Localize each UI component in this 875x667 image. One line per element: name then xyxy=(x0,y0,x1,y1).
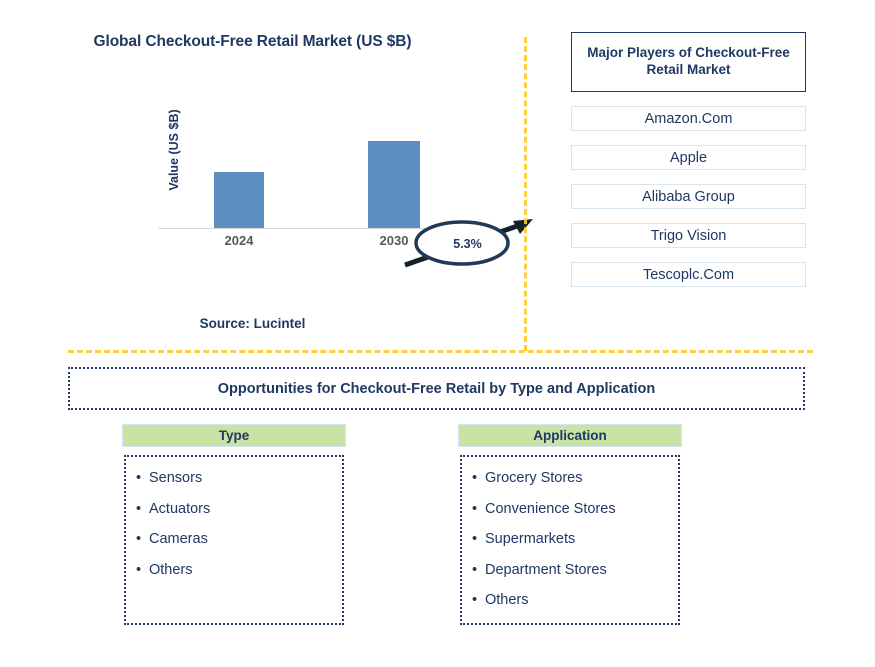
player-name: Trigo Vision xyxy=(650,227,727,244)
player-row[interactable]: Trigo Vision xyxy=(571,223,806,248)
chart-title: Global Checkout-Free Retail Market (US $… xyxy=(93,33,412,50)
list-item: Convenience Stores xyxy=(472,501,678,533)
cagr-callout: 5.3% xyxy=(400,213,535,275)
type-header: Type xyxy=(122,424,346,447)
player-row[interactable]: Alibaba Group xyxy=(571,184,806,209)
type-list: Sensors Actuators Cameras Others xyxy=(136,471,342,593)
market-chart-panel: Global Checkout-Free Retail Market (US $… xyxy=(0,0,533,350)
list-item: Actuators xyxy=(136,501,342,533)
player-name: Alibaba Group xyxy=(642,188,735,205)
application-list: Grocery Stores Convenience Stores Superm… xyxy=(472,471,678,624)
application-list-box: Grocery Stores Convenience Stores Superm… xyxy=(460,455,680,625)
list-item: Department Stores xyxy=(472,562,678,594)
opportunities-banner-label: Opportunities for Checkout-Free Retail b… xyxy=(217,380,656,397)
list-item: Sensors xyxy=(136,471,342,502)
player-row[interactable]: Amazon.Com xyxy=(571,106,806,131)
cagr-arrow-ellipse-icon xyxy=(404,219,533,268)
major-players-panel: Major Players of Checkout-Free Retail Ma… xyxy=(571,32,806,287)
bar-chart-plot: Value (US $B) 2024 2030 5.3% xyxy=(150,105,533,268)
player-name: Apple xyxy=(669,149,708,166)
source-label: Source: Lucintel xyxy=(199,316,306,331)
list-item: Cameras xyxy=(136,532,342,563)
list-item: Grocery Stores xyxy=(472,471,678,502)
horizontal-divider xyxy=(68,350,813,353)
list-item: Others xyxy=(472,593,678,624)
list-item: Supermarkets xyxy=(472,532,678,563)
player-name: Tescoplc.Com xyxy=(642,266,735,283)
y-axis-label: Value (US $B) xyxy=(167,109,181,191)
bar-2024 xyxy=(214,172,264,228)
list-item: Others xyxy=(136,562,342,594)
application-header: Application xyxy=(458,424,682,447)
major-players-header: Major Players of Checkout-Free Retail Ma… xyxy=(571,32,806,92)
opportunities-banner: Opportunities for Checkout-Free Retail b… xyxy=(68,367,805,410)
player-row[interactable]: Apple xyxy=(571,145,806,170)
x-tick-label-2024: 2024 xyxy=(224,233,254,248)
player-row[interactable]: Tescoplc.Com xyxy=(571,262,806,287)
player-name: Amazon.Com xyxy=(644,110,733,127)
vertical-divider xyxy=(524,37,527,351)
type-list-box: Sensors Actuators Cameras Others xyxy=(124,455,344,625)
